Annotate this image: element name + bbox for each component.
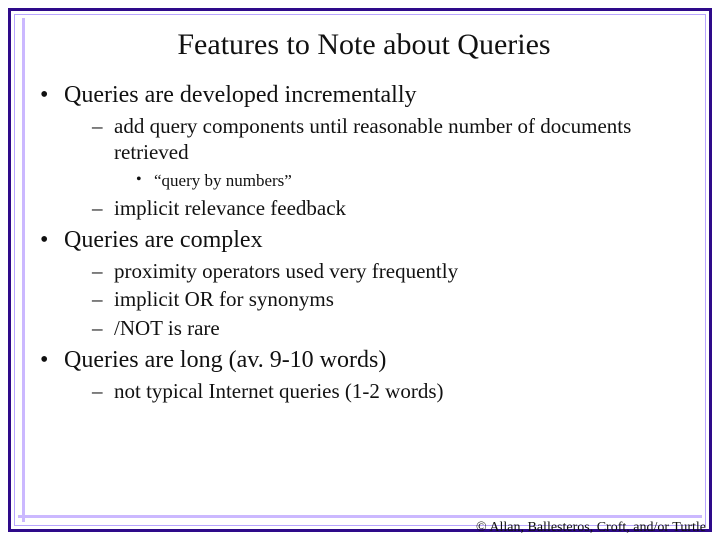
slide-title: Features to Note about Queries	[38, 28, 690, 62]
bullet-subsublist: “query by numbers”	[114, 170, 690, 191]
sub-bullet-item: implicit OR for synonyms	[92, 286, 690, 312]
sub-bullet-item: not typical Internet queries (1-2 words)	[92, 378, 690, 404]
slide-content: Features to Note about Queries Queries a…	[38, 28, 690, 506]
sub-bullet-text: implicit relevance feedback	[114, 196, 346, 220]
bullet-text: Queries are long (av. 9-10 words)	[64, 347, 386, 373]
sub-bullet-text: add query components until reasonable nu…	[114, 114, 631, 164]
sub-bullet-text: not typical Internet queries (1-2 words)	[114, 379, 443, 403]
subsub-bullet-text: “query by numbers”	[154, 171, 292, 190]
bullet-item: Queries are long (av. 9-10 words) not ty…	[38, 347, 690, 404]
sub-bullet-item: proximity operators used very frequently	[92, 258, 690, 284]
sub-bullet-text: /NOT is rare	[114, 316, 220, 340]
bullet-sublist: add query components until reasonable nu…	[64, 113, 690, 221]
decorative-line-horizontal	[18, 515, 702, 518]
footer-credit: © Allan, Ballesteros, Croft, and/or Turt…	[476, 520, 706, 536]
bullet-sublist: proximity operators used very frequently…	[64, 258, 690, 341]
sub-bullet-item: implicit relevance feedback	[92, 195, 690, 221]
sub-bullet-item: add query components until reasonable nu…	[92, 113, 690, 191]
bullet-sublist: not typical Internet queries (1-2 words)	[64, 378, 690, 404]
bullet-item: Queries are complex proximity operators …	[38, 227, 690, 341]
sub-bullet-text: implicit OR for synonyms	[114, 287, 334, 311]
bullet-text: Queries are complex	[64, 227, 263, 253]
sub-bullet-text: proximity operators used very frequently	[114, 259, 458, 283]
decorative-line-vertical	[22, 18, 25, 522]
bullet-item: Queries are developed incrementally add …	[38, 82, 690, 221]
subsub-bullet-item: “query by numbers”	[136, 170, 690, 191]
sub-bullet-item: /NOT is rare	[92, 315, 690, 341]
bullet-list: Queries are developed incrementally add …	[38, 82, 690, 404]
bullet-text: Queries are developed incrementally	[64, 82, 417, 108]
